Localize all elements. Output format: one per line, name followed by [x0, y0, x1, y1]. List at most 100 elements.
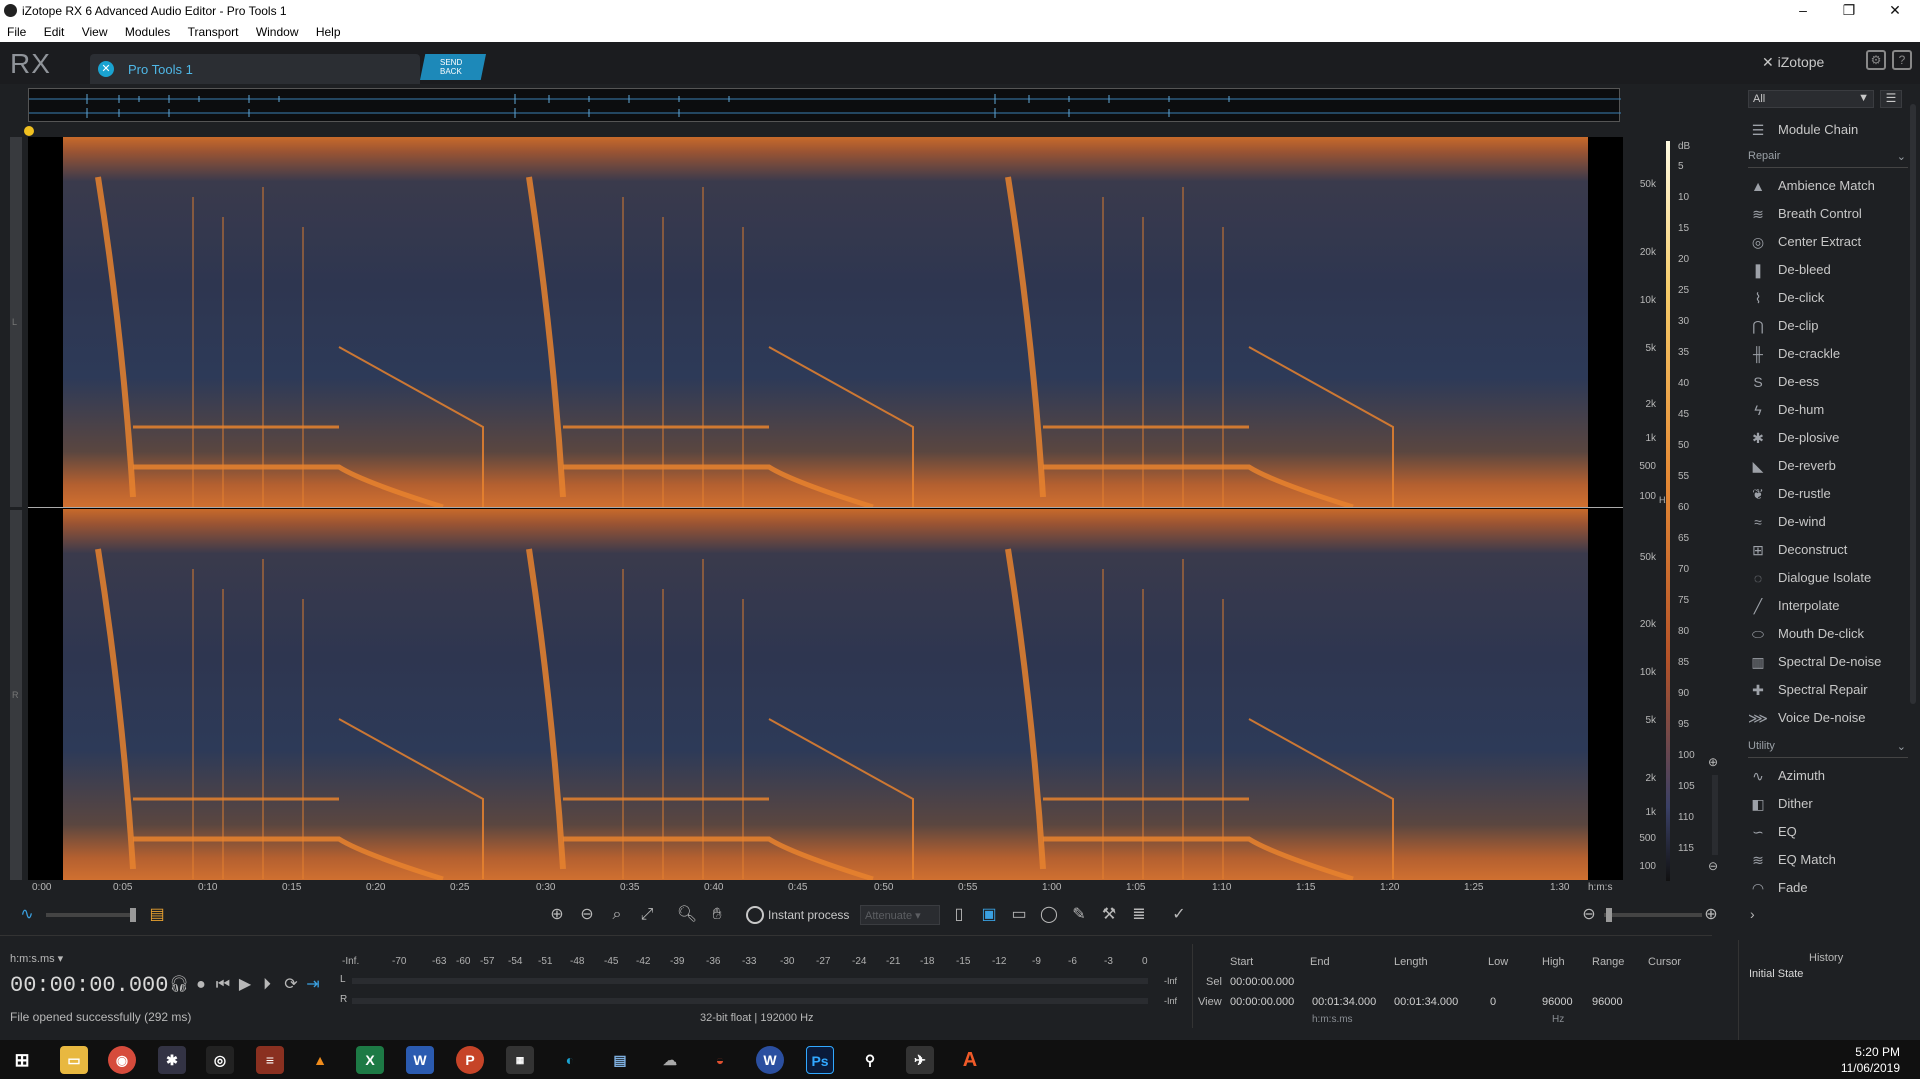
view-end-value[interactable]: 00:01:34.000 — [1312, 996, 1376, 1008]
module-voice-de-noise[interactable]: ⋙ Voice De-noise — [1748, 706, 1910, 732]
module-eq[interactable]: ∽ EQ — [1748, 820, 1910, 846]
play-selection-icon[interactable]: ⏵ — [256, 974, 278, 996]
zoom-selection-icon[interactable]: ⌕ — [606, 904, 628, 926]
go-to-start-icon[interactable]: ⏮ — [212, 974, 234, 996]
module-breath-control[interactable]: ≋ Breath Control — [1748, 202, 1910, 228]
tab-pro-tools-1[interactable]: ✕ Pro Tools 1 — [90, 54, 420, 84]
magic-wand-icon[interactable]: ⚒ — [1098, 904, 1120, 926]
zoom-out-icon[interactable]: ⊖ — [576, 904, 598, 926]
vlc-icon[interactable]: ▲ — [306, 1046, 334, 1074]
spectrogram-display[interactable] — [28, 137, 1623, 880]
view-range-value[interactable]: 96000 — [1592, 996, 1623, 1008]
app-icon[interactable]: ◐ — [556, 1046, 584, 1074]
module-ambience-match[interactable]: ▲ Ambience Match — [1748, 174, 1910, 200]
zoom-out-vertical-icon[interactable]: ⊖ — [1708, 859, 1718, 873]
history-item[interactable]: Initial State — [1749, 968, 1803, 980]
system-clock[interactable]: 5:20 PM 11/06/2019 — [1841, 1044, 1900, 1076]
close-button[interactable]: ✕ — [1872, 0, 1918, 22]
play-icon[interactable]: ▶ — [234, 974, 256, 996]
module-mouth-de-click[interactable]: ⬭ Mouth De-click — [1748, 622, 1910, 648]
channel-r-strip[interactable]: R — [10, 510, 22, 880]
view-low-value[interactable]: 0 — [1490, 996, 1496, 1008]
module-panel-scrollbar[interactable] — [1910, 104, 1916, 704]
restore-button[interactable]: ❐ — [1826, 0, 1872, 22]
waveform-overview[interactable] — [28, 88, 1621, 122]
module-de-ess[interactable]: S De-ess — [1748, 370, 1910, 396]
excel-icon[interactable]: X — [356, 1046, 384, 1074]
module-interpolate[interactable]: ╱ Interpolate — [1748, 594, 1910, 620]
harmonic-selection-icon[interactable]: ≣ — [1128, 904, 1150, 926]
time-format-select[interactable]: h:m:s.ms ▾ — [10, 952, 63, 965]
folder-icon[interactable]: ▤ — [606, 1046, 634, 1074]
word-icon[interactable]: W — [406, 1046, 434, 1074]
app-icon[interactable]: ✈ — [906, 1046, 934, 1074]
expand-panel-icon[interactable]: › — [1750, 906, 1755, 922]
brush-icon[interactable]: ✎ — [1068, 904, 1090, 926]
module-de-click[interactable]: ⌇ De-click — [1748, 286, 1910, 312]
view-high-value[interactable]: 96000 — [1542, 996, 1573, 1008]
repair-section-header[interactable]: Repair ⌄ — [1748, 150, 1908, 168]
module-de-wind[interactable]: ≈ De-wind — [1748, 510, 1910, 536]
zoom-in-horizontal-icon[interactable]: ⊕ — [1700, 904, 1722, 926]
horizontal-zoom-slider[interactable] — [1604, 908, 1702, 922]
module-eq-match[interactable]: ≋ EQ Match — [1748, 848, 1910, 874]
zoom-fit-icon[interactable]: ⤢ — [636, 904, 658, 926]
headphones-icon[interactable]: 🎧︎ — [168, 974, 190, 996]
vertical-zoom-slider[interactable] — [1712, 775, 1718, 855]
app-icon[interactable]: ☁ — [656, 1046, 684, 1074]
send-back-button[interactable]: SEND BACK — [420, 54, 486, 80]
module-fade[interactable]: ◠ Fade — [1748, 876, 1910, 902]
menu-window[interactable]: Window — [249, 22, 306, 39]
module-spectral-repair[interactable]: ✚ Spectral Repair — [1748, 678, 1910, 704]
settings-icon[interactable]: ⚙ — [1866, 50, 1886, 70]
waveform-view-icon[interactable]: ∿ — [16, 904, 38, 926]
utility-section-header[interactable]: Utility ⌄ — [1748, 740, 1908, 758]
chrome-icon[interactable]: ◉ — [108, 1046, 136, 1074]
time-frequency-selection-icon[interactable]: ▣ — [978, 904, 1000, 926]
izotope-rx-icon[interactable]: ✱ — [158, 1046, 186, 1074]
module-center-extract[interactable]: ◎ Center Extract — [1748, 230, 1910, 256]
module-dither[interactable]: ◧ Dither — [1748, 792, 1910, 818]
spectrogram-blend-slider[interactable] — [46, 908, 136, 922]
menu-transport[interactable]: Transport — [181, 22, 246, 39]
zoom-out-horizontal-icon[interactable]: ⊖ — [1578, 904, 1600, 926]
lasso-icon[interactable]: ◯ — [1038, 904, 1060, 926]
windows-start-icon[interactable]: ⊞ — [8, 1046, 36, 1074]
module-de-crackle[interactable]: ╫ De-crackle — [1748, 342, 1910, 368]
app-icon[interactable]: W — [756, 1046, 784, 1074]
file-explorer-icon[interactable]: ▭ — [60, 1046, 88, 1074]
loop-icon[interactable]: ⟳ — [280, 974, 302, 996]
photoshop-icon[interactable]: Ps — [806, 1046, 834, 1074]
playhead-marker[interactable] — [24, 126, 34, 136]
close-tab-icon[interactable]: ✕ — [98, 61, 114, 77]
module-dialogue-isolate[interactable]: ◌ Dialogue Isolate — [1748, 566, 1910, 592]
hand-tool-icon[interactable]: ✋︎ — [706, 904, 728, 926]
record-icon[interactable]: ● — [190, 974, 212, 996]
sel-start-value[interactable]: 00:00:00.000 — [1230, 976, 1294, 988]
vertical-zoom[interactable]: ⊕ ⊖ — [1708, 755, 1722, 875]
menu-modules[interactable]: Modules — [118, 22, 177, 39]
minimize-button[interactable]: – — [1780, 0, 1826, 22]
menu-edit[interactable]: Edit — [37, 22, 72, 39]
menu-view[interactable]: View — [75, 22, 115, 39]
module-spectral-de-noise[interactable]: ▥ Spectral De-noise — [1748, 650, 1910, 676]
playhead-timecode[interactable]: 00:00:00.000 — [10, 973, 168, 998]
powerpoint-icon[interactable]: P — [456, 1046, 484, 1074]
help-icon[interactable]: ? — [1892, 50, 1912, 70]
menu-file[interactable]: File — [0, 22, 33, 39]
module-deconstruct[interactable]: ⊞ Deconstruct — [1748, 538, 1910, 564]
module-de-plosive[interactable]: ✱ De-plosive — [1748, 426, 1910, 452]
app-icon[interactable]: ◒ — [706, 1046, 734, 1074]
frequency-selection-icon[interactable]: ▭ — [1008, 904, 1030, 926]
app-icon[interactable]: ▦ — [506, 1046, 534, 1074]
module-de-clip[interactable]: ⋂ De-clip — [1748, 314, 1910, 340]
search-icon[interactable]: ⚲ — [856, 1046, 884, 1074]
app-icon[interactable]: ◎ — [206, 1046, 234, 1074]
zoom-tool-icon[interactable]: 🔍︎ — [676, 904, 698, 926]
module-de-reverb[interactable]: ◣ De-reverb — [1748, 454, 1910, 480]
horizontal-zoom-thumb[interactable] — [1606, 908, 1612, 922]
app-icon[interactable]: ≡ — [256, 1046, 284, 1074]
module-chain[interactable]: ☰ Module Chain — [1748, 118, 1910, 144]
module-de-hum[interactable]: ϟ De-hum — [1748, 398, 1910, 424]
find-similar-icon[interactable]: ✓ — [1168, 904, 1190, 926]
